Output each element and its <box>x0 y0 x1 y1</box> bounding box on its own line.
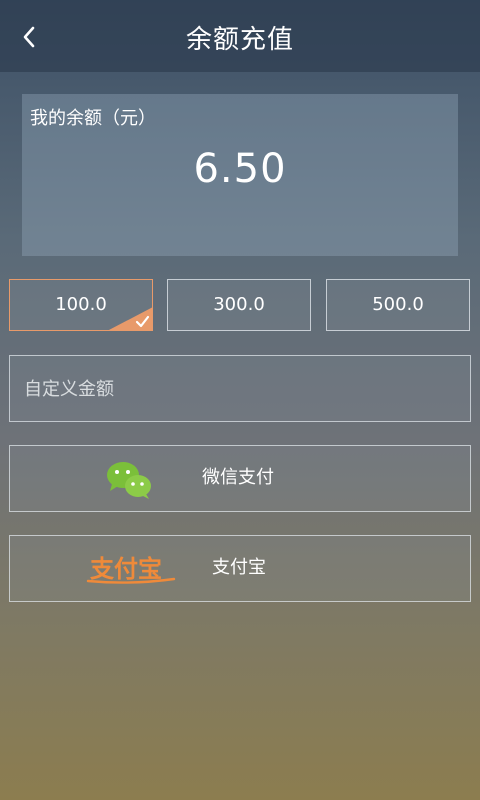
amount-option-label: 100.0 <box>55 294 107 315</box>
amount-option-100[interactable]: 100.0 <box>9 279 153 331</box>
alipay-label: 支付宝 <box>212 557 266 578</box>
custom-amount-field[interactable] <box>9 355 471 422</box>
header-bar: 余额充值 <box>0 0 480 72</box>
amount-option-500[interactable]: 500.0 <box>326 279 470 331</box>
page-title: 余额充值 <box>185 25 294 55</box>
alipay-icon: 支付宝 <box>86 554 176 584</box>
wechat-pay-button[interactable]: 微信支付 <box>9 445 471 512</box>
check-icon <box>108 307 152 330</box>
amount-option-300[interactable]: 300.0 <box>167 279 311 331</box>
balance-label: 我的余额（元） <box>30 108 156 129</box>
alipay-button[interactable]: 支付宝 支付宝 <box>9 535 471 602</box>
balance-card: 我的余额（元） 6.50 <box>22 94 458 256</box>
custom-amount-input[interactable] <box>22 356 456 422</box>
svg-text:支付宝: 支付宝 <box>90 554 162 583</box>
wechat-icon <box>107 462 151 499</box>
wechat-pay-label: 微信支付 <box>202 467 274 488</box>
amount-option-label: 300.0 <box>213 294 265 315</box>
amount-option-label: 500.0 <box>372 294 424 315</box>
balance-value: 6.50 <box>193 146 287 192</box>
